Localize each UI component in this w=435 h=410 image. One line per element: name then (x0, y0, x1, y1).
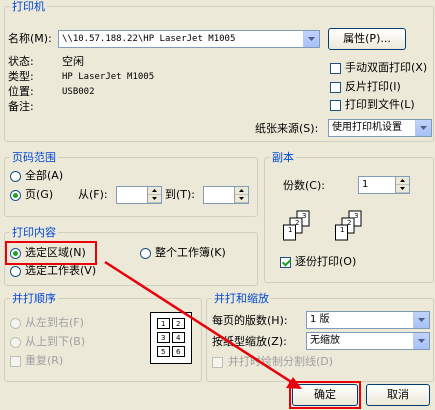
spin-down-icon[interactable] (396, 185, 409, 193)
to-input[interactable] (203, 186, 249, 204)
paper-source-value: 使用打印机设置 (332, 122, 402, 133)
active-sheets-radio[interactable] (10, 266, 21, 277)
top-to-bottom-label[interactable]: 从上到下(B) (25, 335, 85, 349)
layout-digit: 1 (161, 320, 165, 328)
page-icon-label: 3 (302, 212, 306, 220)
pages-per-sheet-select[interactable]: 1 版 (306, 311, 430, 329)
print-to-file-checkbox[interactable] (330, 100, 341, 111)
draw-borders-label[interactable]: 并打时绘制分割线(D) (228, 355, 333, 369)
status-label: 状态: (8, 55, 34, 68)
entire-workbook-radio[interactable] (140, 248, 151, 259)
repeat-label[interactable]: 重复(R) (25, 354, 63, 368)
zoom-title: 并打和缩放 (212, 292, 271, 305)
left-to-right-label[interactable]: 从左到右(F) (25, 316, 84, 330)
spin-down-icon[interactable] (148, 195, 161, 203)
copies-count-input[interactable]: 1 (358, 176, 410, 194)
comment-label: 备注: (8, 100, 34, 113)
page-range-all-label[interactable]: 全部(A) (25, 169, 63, 183)
page-range-all-radio[interactable] (10, 171, 21, 182)
printer-group-title: 打印机 (10, 0, 47, 13)
scale-label: 按纸型缩放(Z): (212, 335, 287, 348)
manual-duplex-checkbox[interactable] (330, 63, 341, 74)
ok-highlight-box (289, 381, 361, 409)
layout-digit: 4 (176, 334, 181, 342)
collate-label[interactable]: 逐份打印(O) (295, 255, 356, 269)
collate-checkbox[interactable] (280, 257, 291, 268)
scale-value: 无缩放 (310, 335, 340, 346)
chevron-down-icon[interactable] (413, 312, 429, 328)
layout-digit: 5 (161, 348, 165, 356)
printer-name-label: 名称(M): (8, 32, 52, 45)
printer-name-select[interactable]: \\10.57.188.22\HP LaserJet M1005 (58, 30, 320, 48)
to-label: 到(T): (165, 188, 196, 201)
page-range-pages-radio[interactable] (10, 190, 21, 201)
print-order-layout-icon: 1 2 3 4 5 6 (150, 312, 192, 364)
page-icon-label: 1 (340, 226, 344, 234)
type-label: 类型: (8, 70, 34, 83)
status-value: 空闲 (62, 55, 84, 68)
active-sheets-label[interactable]: 选定工作表(V) (25, 264, 96, 278)
to-spinner[interactable] (234, 187, 248, 203)
spin-up-icon[interactable] (396, 177, 409, 185)
selection-highlight-box (5, 241, 97, 265)
spin-up-icon[interactable] (148, 187, 161, 195)
manual-duplex-label[interactable]: 手动双面打印(X) (345, 61, 427, 75)
from-input[interactable] (116, 186, 162, 204)
location-value: USB002 (62, 87, 95, 97)
entire-workbook-label[interactable]: 整个工作簿(K) (155, 246, 226, 260)
page-icon-label: 2 (295, 219, 299, 227)
draw-borders-checkbox[interactable] (212, 357, 223, 368)
layout-digit: 6 (176, 348, 181, 356)
spin-down-icon[interactable] (235, 195, 248, 203)
print-order-title: 并打顺序 (10, 292, 58, 305)
cancel-button[interactable]: 取消 (366, 384, 430, 406)
page-range-title: 页码范围 (10, 151, 58, 164)
page-icon-label: 2 (347, 219, 351, 227)
page-icon-label: 3 (354, 212, 358, 220)
copies-count-label: 份数(C): (283, 179, 325, 192)
collate-pages-icon: 3 2 1 3 2 1 (283, 210, 362, 241)
reverse-print-label[interactable]: 反片打印(I) (345, 80, 401, 94)
print-to-file-label[interactable]: 打印到文件(L) (345, 98, 415, 112)
layout-digit: 2 (176, 320, 180, 328)
chevron-down-icon[interactable] (415, 120, 431, 136)
page-range-pages-label[interactable]: 页(G) (25, 188, 53, 202)
repeat-checkbox[interactable] (10, 356, 21, 367)
reverse-print-checkbox[interactable] (330, 82, 341, 93)
copies-count-value: 1 (362, 179, 369, 190)
printer-name-value: \\10.57.188.22\HP LaserJet M1005 (62, 34, 236, 44)
copies-spinner[interactable] (395, 177, 409, 193)
location-label: 位置: (8, 85, 34, 98)
chevron-down-icon[interactable] (413, 333, 429, 349)
paper-source-select[interactable]: 使用打印机设置 (328, 119, 432, 137)
properties-button[interactable]: 属性(P)... (328, 28, 406, 50)
paper-source-label: 纸张来源(S): (255, 122, 319, 135)
page-icon-label: 1 (288, 226, 292, 234)
layout-digit: 3 (161, 334, 165, 342)
print-what-title: 打印内容 (10, 226, 58, 239)
pages-per-sheet-value: 1 版 (310, 314, 330, 325)
spin-up-icon[interactable] (235, 187, 248, 195)
from-label: 从(F): (78, 188, 108, 201)
from-spinner[interactable] (147, 187, 161, 203)
copies-title: 副本 (270, 151, 296, 164)
top-to-bottom-radio[interactable] (10, 337, 21, 348)
chevron-down-icon[interactable] (303, 31, 319, 47)
pages-per-sheet-label: 每页的版数(H): (212, 314, 288, 327)
type-value: HP LaserJet M1005 (62, 72, 155, 82)
scale-select[interactable]: 无缩放 (306, 332, 430, 350)
left-to-right-radio[interactable] (10, 318, 21, 329)
